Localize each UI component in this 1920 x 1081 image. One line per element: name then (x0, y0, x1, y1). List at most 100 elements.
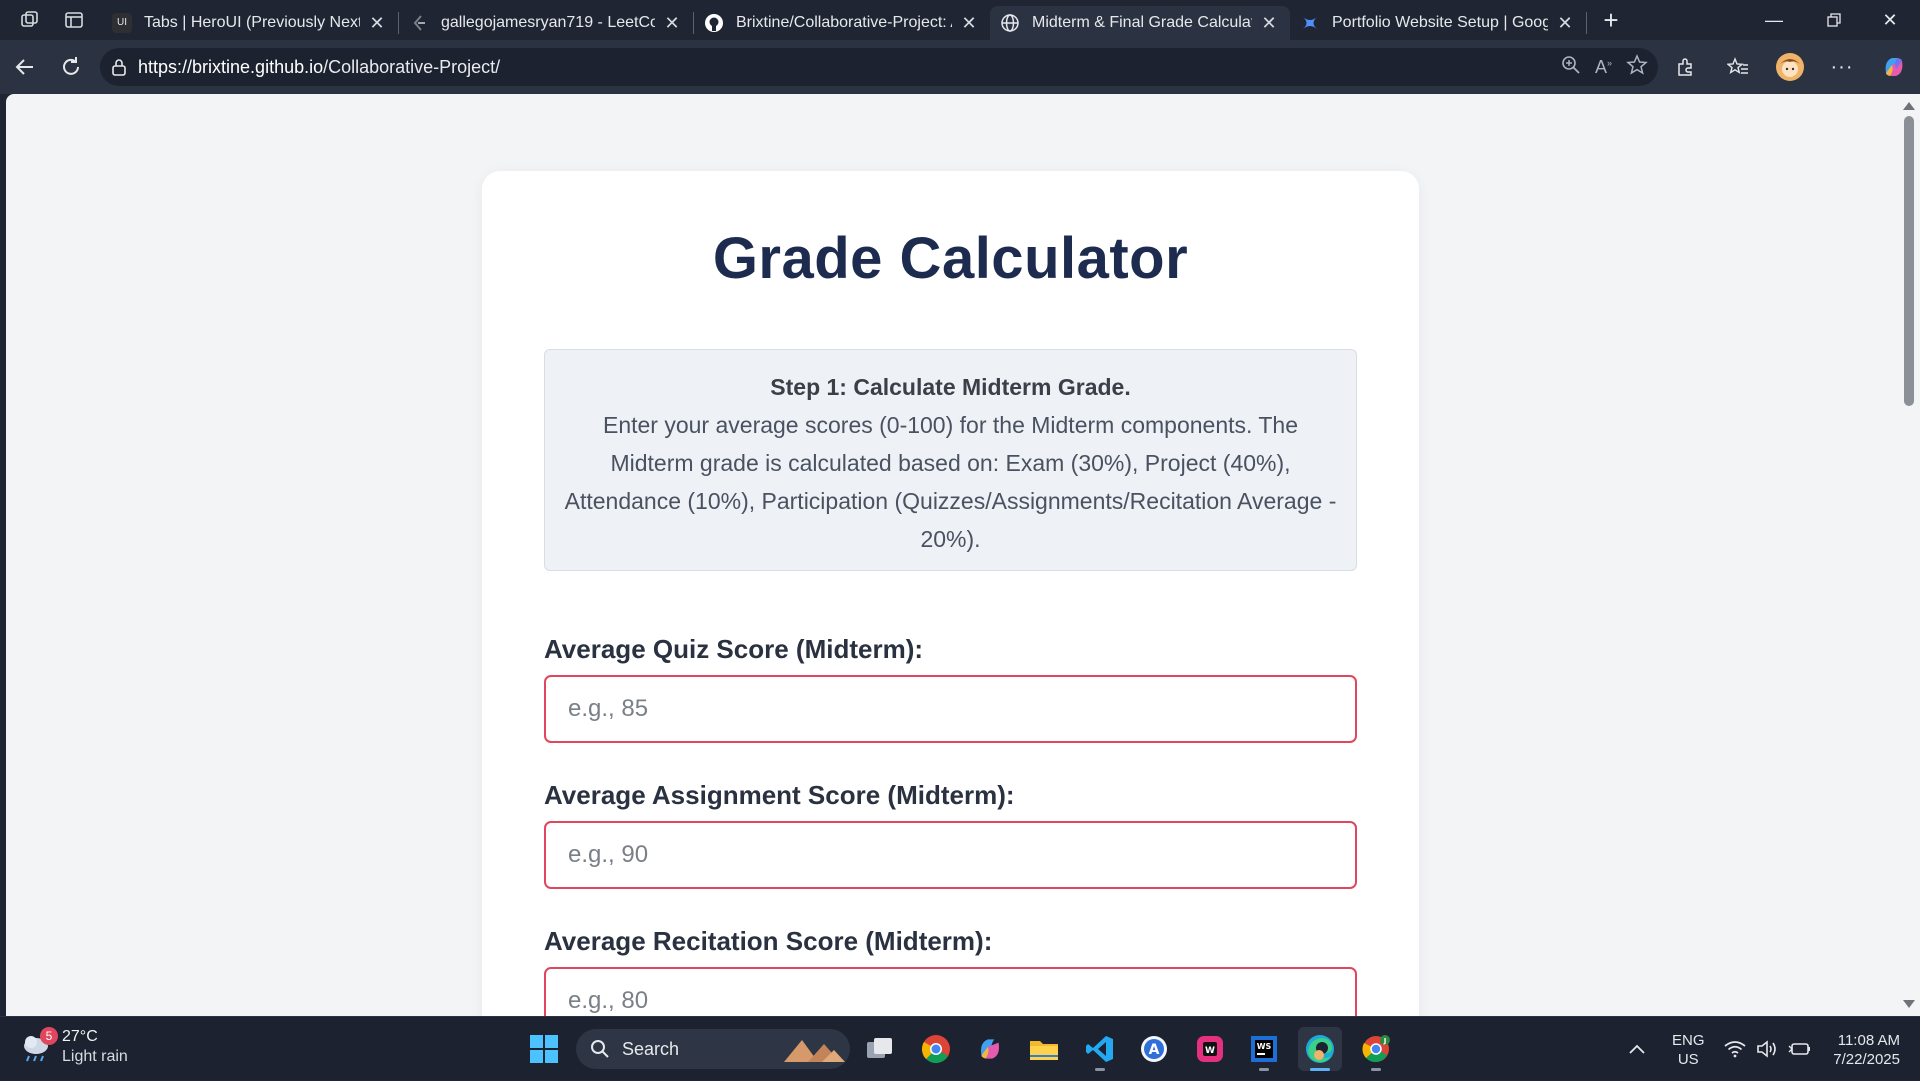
tab-title: gallegojamesryan719 - LeetCode (441, 14, 655, 31)
more-options-icon[interactable]: ··· (1822, 47, 1862, 87)
edge-icon[interactable] (1298, 1027, 1342, 1071)
weather-badge: 5 (40, 1027, 58, 1045)
page-viewport: Grade Calculator Step 1: Calculate Midte… (6, 94, 1898, 1016)
tab-title: Portfolio Website Setup | Google (1332, 14, 1548, 31)
file-explorer-icon[interactable] (1022, 1027, 1066, 1071)
copilot-app-icon[interactable] (968, 1027, 1012, 1071)
webstorm-lite-icon[interactable]: W (1188, 1027, 1232, 1071)
search-highlight-pyramids-icon (784, 1040, 845, 1062)
wifi-icon (1724, 1041, 1746, 1058)
running-indicator (1259, 1068, 1269, 1071)
battery-icon (1788, 1043, 1810, 1055)
back-button[interactable] (2, 47, 48, 87)
assignment-score-input[interactable] (544, 821, 1357, 889)
calculator-card: Grade Calculator Step 1: Calculate Midte… (482, 171, 1419, 1016)
scroll-down-arrow-icon[interactable] (1903, 1000, 1915, 1008)
minimize-button[interactable]: — (1746, 0, 1802, 40)
zoom-icon[interactable] (1561, 55, 1581, 80)
language-code: ENG (1672, 1032, 1705, 1049)
recitation-score-input[interactable] (544, 967, 1357, 1016)
favorite-star-icon[interactable] (1626, 53, 1648, 81)
google-ai-favicon (1300, 13, 1320, 33)
recitation-score-label: Average Recitation Score (Midterm): (544, 926, 993, 956)
leetcode-favicon (409, 13, 429, 33)
quiz-score-label: Average Quiz Score (Midterm): (544, 634, 924, 664)
address-bar[interactable]: https://brixtine.github.io/Collaborative… (100, 48, 1658, 86)
tab-leetcode[interactable]: gallegojamesryan719 - LeetCode ✕ (399, 6, 693, 40)
clock-time: 11:08 AM (1837, 1032, 1900, 1049)
close-tab-icon[interactable]: ✕ (958, 13, 980, 34)
tab-heroui[interactable]: UI Tabs | HeroUI (Previously NextUI) ✕ (102, 6, 398, 40)
tab-github[interactable]: Brixtine/Collaborative-Project: A S ✕ (694, 6, 990, 40)
weather-condition: Light rain (62, 1048, 128, 1065)
tab-divider (1586, 12, 1587, 34)
search-label: Search (622, 1038, 680, 1059)
arc-app-icon[interactable]: A (1132, 1027, 1176, 1071)
svg-text:WS: WS (1257, 1042, 1272, 1051)
task-view-icon[interactable] (858, 1027, 902, 1071)
step-heading: Step 1: Calculate Midterm Grade. (770, 374, 1131, 400)
close-window-button[interactable]: ✕ (1862, 0, 1918, 40)
extensions-icon[interactable] (1666, 47, 1706, 87)
instructions-box: Step 1: Calculate Midterm Grade. Enter y… (544, 349, 1357, 571)
workspaces-icon[interactable] (8, 0, 52, 40)
close-tab-icon[interactable]: ✕ (1554, 13, 1576, 34)
system-clock[interactable]: 11:08 AM 7/22/2025 (1833, 1031, 1900, 1069)
refresh-button[interactable] (48, 47, 94, 87)
weather-temperature: 27°C (62, 1028, 98, 1045)
windows-logo-icon (530, 1035, 558, 1063)
chrome-icon[interactable] (914, 1027, 958, 1071)
url-path: /Collaborative-Project/ (323, 56, 501, 77)
running-indicator (1095, 1068, 1105, 1071)
favorites-icon[interactable] (1718, 47, 1758, 87)
scroll-up-arrow-icon[interactable] (1903, 102, 1915, 110)
assignment-score-label: Average Assignment Score (Midterm): (544, 780, 1015, 810)
volume-icon (1757, 1040, 1776, 1058)
read-aloud-icon[interactable]: A» (1595, 57, 1612, 78)
tab-title: Tabs | HeroUI (Previously NextUI) (144, 14, 360, 31)
tab-grade-calculator[interactable]: Midterm & Final Grade Calculator ✕ (990, 6, 1290, 40)
close-tab-icon[interactable]: ✕ (661, 13, 683, 34)
chrome-profile-icon[interactable]: J (1354, 1027, 1398, 1071)
weather-widget[interactable]: 5 27°C Light rain (18, 1027, 128, 1067)
copilot-icon[interactable] (1874, 47, 1914, 87)
page-title: Grade Calculator (712, 226, 1189, 291)
close-tab-icon[interactable]: ✕ (1258, 13, 1280, 34)
svg-text:J: J (1383, 1037, 1387, 1045)
close-tab-icon[interactable]: ✕ (366, 13, 388, 34)
profile-avatar[interactable] (1770, 47, 1810, 87)
tab-title: Midterm & Final Grade Calculator (1032, 14, 1252, 31)
svg-text:W: W (1205, 1046, 1215, 1056)
lock-icon[interactable] (100, 58, 138, 76)
windows-taskbar: 5 27°C Light rain Search A W WS J ENG US… (0, 1016, 1920, 1080)
start-button[interactable] (522, 1027, 566, 1071)
new-tab-button[interactable]: + (1591, 0, 1631, 40)
browser-tab-strip: UI Tabs | HeroUI (Previously NextUI) ✕ g… (0, 0, 1920, 40)
github-favicon (704, 13, 724, 33)
vscode-icon[interactable] (1078, 1027, 1122, 1071)
region-code: US (1677, 1051, 1699, 1068)
webstorm-icon[interactable]: WS (1242, 1027, 1286, 1071)
browser-toolbar: https://brixtine.github.io/Collaborative… (0, 40, 1920, 94)
tab-google-ai[interactable]: Portfolio Website Setup | Google ✕ (1290, 6, 1586, 40)
svg-text:A: A (1149, 1042, 1160, 1058)
taskbar-search[interactable]: Search (576, 1029, 850, 1069)
language-indicator[interactable]: ENG US (1672, 1031, 1705, 1069)
step-description: Enter your average scores (0-100) for th… (564, 412, 1337, 552)
vertical-tabs-icon[interactable] (52, 0, 96, 40)
system-tray[interactable] (1724, 1017, 1812, 1081)
page-scrollbar[interactable] (1898, 94, 1920, 1016)
restore-button[interactable] (1806, 0, 1862, 40)
running-indicator (1310, 1068, 1330, 1071)
quiz-score-input[interactable] (544, 675, 1357, 743)
show-hidden-icons-button[interactable] (1628, 1017, 1646, 1081)
running-indicator (1371, 1068, 1381, 1071)
scrollbar-thumb[interactable] (1904, 116, 1914, 406)
url-host: https://brixtine.github.io (138, 56, 324, 77)
url-text: https://brixtine.github.io/Collaborative… (138, 57, 500, 78)
heroui-favicon: UI (112, 13, 132, 33)
search-icon (591, 1040, 609, 1058)
tab-title: Brixtine/Collaborative-Project: A S (736, 14, 952, 31)
clock-date: 7/22/2025 (1833, 1051, 1900, 1068)
globe-icon (1000, 13, 1020, 33)
